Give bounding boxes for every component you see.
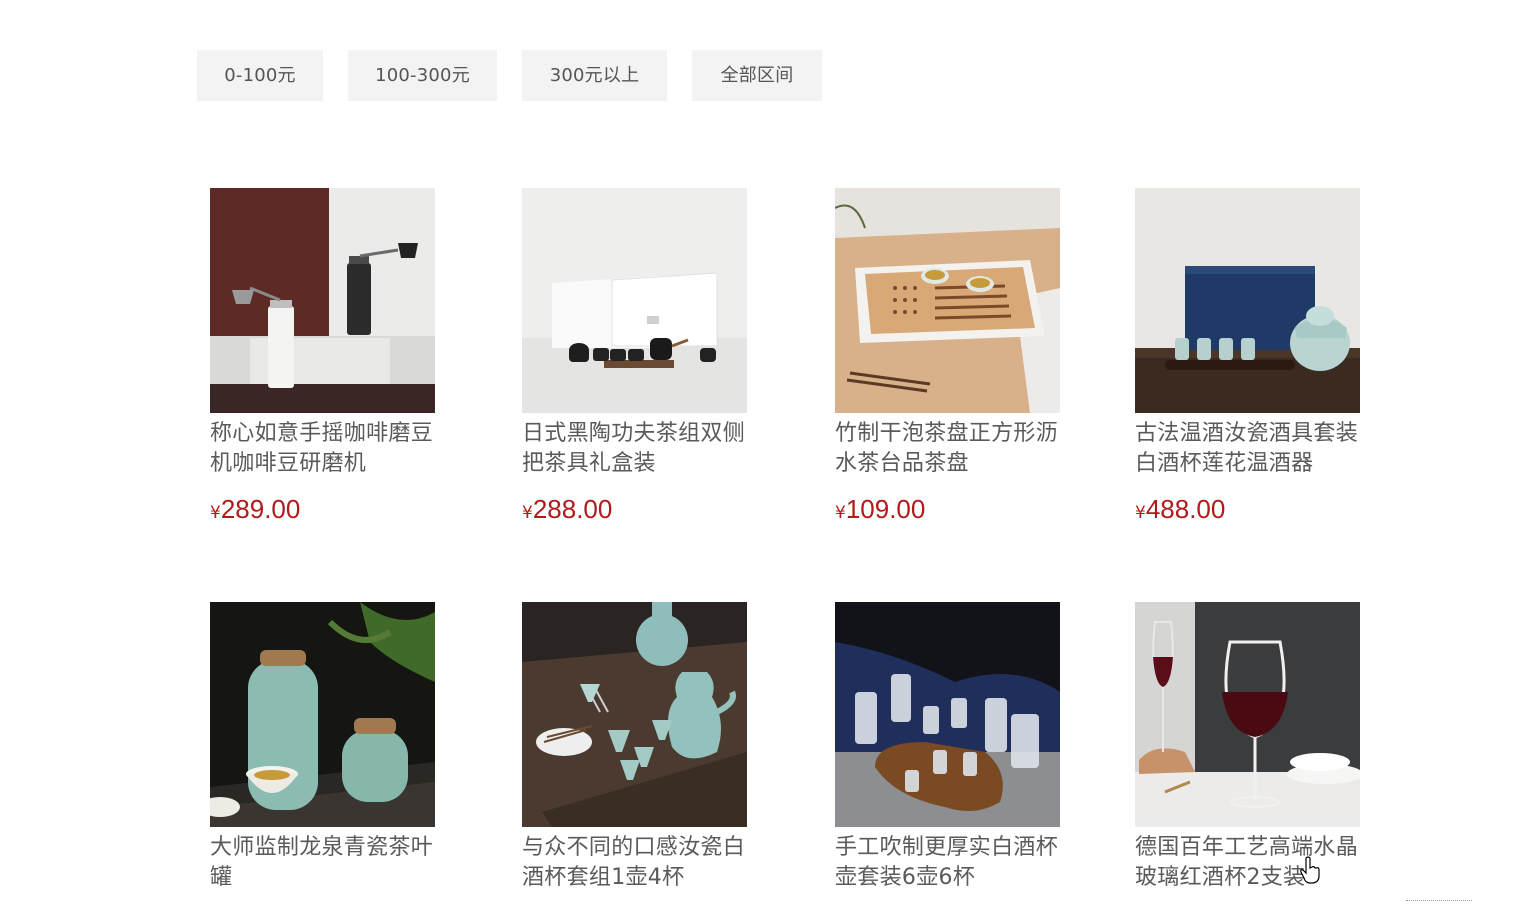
product-price: ¥289.00: [210, 494, 301, 524]
product-price: ¥288.00: [522, 494, 613, 524]
product-title[interactable]: 大师监制龙泉青瓷茶叶罐: [210, 833, 442, 893]
crystal-wine-glass-image[interactable]: [1135, 602, 1360, 827]
dotted-divider: [1406, 900, 1472, 901]
filter-0-100-button[interactable]: 0-100元: [197, 50, 323, 101]
product-title[interactable]: 古法温酒汝瓷酒具套装白酒杯莲花温酒器: [1135, 419, 1367, 479]
product-price: ¥109.00: [835, 494, 926, 524]
black-tea-set-image[interactable]: [522, 188, 747, 413]
product-title[interactable]: 称心如意手摇咖啡磨豆机咖啡豆研磨机: [210, 419, 442, 479]
filter-300-plus-button[interactable]: 300元以上: [522, 50, 667, 101]
product-title[interactable]: 竹制干泡茶盘正方形沥水茶台品茶盘: [835, 419, 1067, 479]
product-price: ¥488.00: [1135, 494, 1226, 524]
wine-warmer-set-image[interactable]: [1135, 188, 1360, 413]
filter-100-300-button[interactable]: 100-300元: [348, 50, 497, 101]
bamboo-tea-tray-image[interactable]: [835, 188, 1060, 413]
ru-porcelain-cup-set-image[interactable]: [522, 602, 747, 827]
product-title[interactable]: 手工吹制更厚实白酒杯壶套装6壶6杯: [835, 833, 1067, 893]
product-title[interactable]: 日式黑陶功夫茶组双侧把茶具礼盒装: [522, 419, 754, 479]
pointer-cursor-icon: [1300, 856, 1320, 884]
celadon-tea-jar-image[interactable]: [210, 602, 435, 827]
filter-all-button[interactable]: 全部区间: [692, 50, 822, 101]
coffee-grinder-image[interactable]: [210, 188, 435, 413]
glass-liquor-set-image[interactable]: [835, 602, 1060, 827]
product-title[interactable]: 德国百年工艺高端水晶玻璃红酒杯2支装: [1135, 833, 1367, 893]
product-title[interactable]: 与众不同的口感汝瓷白酒杯套组1壶4杯: [522, 833, 754, 893]
